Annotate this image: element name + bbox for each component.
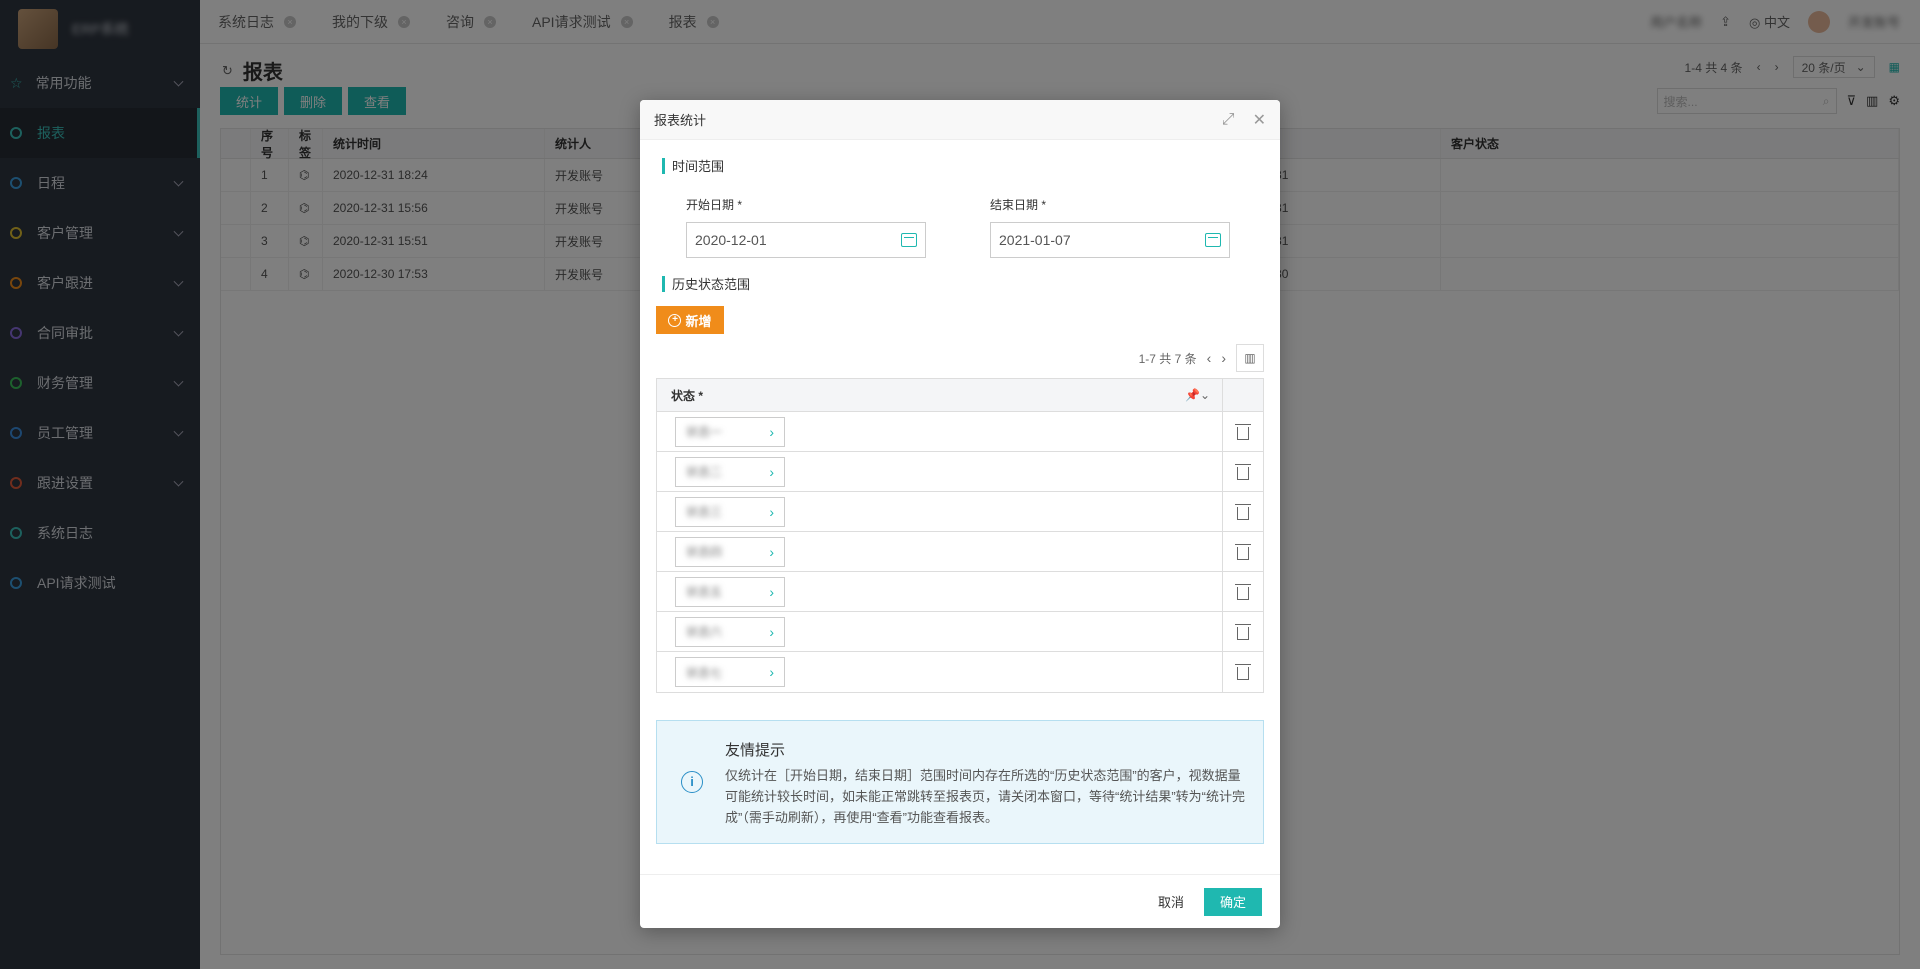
next-page-icon[interactable]: ›: [1221, 350, 1226, 366]
col-status-label: 状态 *: [671, 388, 704, 403]
pager-text: 1-7 共 7 条: [1138, 351, 1197, 366]
status-picker[interactable]: 状态五 ›: [675, 576, 785, 607]
status-row: 状态七 ›: [657, 652, 1263, 692]
dialog-footer: 取消 确定: [640, 874, 1280, 928]
status-cell: 状态六 ›: [657, 612, 1223, 651]
delete-cell: [1223, 412, 1263, 451]
confirm-button[interactable]: 确定: [1204, 887, 1262, 916]
delete-cell: [1223, 532, 1263, 571]
plus-circle-icon: +: [668, 313, 682, 327]
status-row: 状态二 ›: [657, 452, 1263, 492]
dialog-actions: ⤢ ✕: [1222, 110, 1266, 130]
dialog-pager: 1-7 共 7 条 ‹ › ▥: [1139, 344, 1264, 372]
close-icon[interactable]: ✕: [1253, 110, 1266, 130]
delete-cell: [1223, 572, 1263, 611]
chevron-right-icon: ›: [769, 543, 774, 560]
trash-icon[interactable]: [1235, 664, 1251, 680]
status-cell: 状态四 ›: [657, 532, 1223, 571]
delete-cell: [1223, 652, 1263, 692]
tip-box: i 友情提示 仅统计在［开始日期，结束日期］范围时间内存在所选的“历史状态范围”…: [656, 720, 1264, 844]
chevron-right-icon: ›: [769, 463, 774, 480]
dialog-header: 报表统计 ⤢ ✕: [640, 100, 1280, 140]
chevron-right-icon: ›: [769, 664, 774, 680]
status-picker[interactable]: 状态三 ›: [675, 496, 785, 527]
status-value: 状态四: [686, 545, 723, 559]
status-row: 状态三 ›: [657, 492, 1263, 532]
bar-chart-icon[interactable]: ▥: [1236, 344, 1264, 372]
status-row: 状态四 ›: [657, 532, 1263, 572]
start-date-value: 2020-12-01: [695, 232, 767, 248]
prev-page-icon[interactable]: ‹: [1207, 350, 1212, 366]
status-picker[interactable]: 状态二 ›: [675, 456, 785, 487]
status-table-header: 状态 * 📌⌄: [657, 379, 1263, 412]
start-date-label: 开始日期 *: [686, 198, 743, 212]
status-value: 状态一: [686, 425, 723, 439]
end-date-value: 2021-01-07: [999, 232, 1071, 248]
status-picker[interactable]: 状态六 ›: [675, 616, 785, 647]
calendar-icon[interactable]: [901, 233, 917, 247]
status-row: 状态五 ›: [657, 572, 1263, 612]
status-cell: 状态一 ›: [657, 412, 1223, 451]
end-date-field[interactable]: 2021-01-07: [990, 222, 1230, 258]
status-value: 状态六: [686, 625, 723, 639]
chevron-right-icon: ›: [769, 503, 774, 520]
col-status: 状态 * 📌⌄: [657, 379, 1223, 411]
status-value: 状态七: [686, 665, 723, 680]
trash-icon[interactable]: [1235, 423, 1251, 440]
tip-text: 仅统计在［开始日期，结束日期］范围时间内存在所选的“历史状态范围”的客户，视数据…: [725, 768, 1245, 825]
status-cell: 状态七 ›: [657, 652, 1223, 692]
status-picker[interactable]: 状态四 ›: [675, 536, 785, 567]
status-row: 状态一 ›: [657, 412, 1263, 452]
status-value: 状态二: [686, 465, 723, 479]
status-table: 状态 * 📌⌄ 状态一 › 状态二 › 状态三 › 状态四 › 状态五 › 状态六 › 状态…: [656, 378, 1264, 693]
status-cell: 状态二 ›: [657, 452, 1223, 491]
section-history-range: 历史状态范围: [662, 274, 750, 293]
fullscreen-icon[interactable]: ⤢: [1222, 111, 1235, 129]
chevron-right-icon: ›: [769, 583, 774, 600]
status-cell: 状态三 ›: [657, 492, 1223, 531]
start-date-field[interactable]: 2020-12-01: [686, 222, 926, 258]
tip-title: 友情提示: [725, 742, 786, 759]
status-row: 状态六 ›: [657, 612, 1263, 652]
pin-icon[interactable]: 📌⌄: [1185, 388, 1210, 402]
delete-cell: [1223, 452, 1263, 491]
status-picker[interactable]: 状态七 ›: [675, 657, 785, 687]
trash-icon[interactable]: [1235, 583, 1251, 600]
delete-cell: [1223, 492, 1263, 531]
status-picker[interactable]: 状态一 ›: [675, 416, 785, 447]
trash-icon[interactable]: [1235, 503, 1251, 520]
section-time-range: 时间范围: [662, 156, 724, 175]
trash-icon[interactable]: [1235, 463, 1251, 480]
delete-cell: [1223, 612, 1263, 651]
report-stat-dialog: 报表统计 ⤢ ✕ 时间范围 开始日期 * 2020-12-01 结束日期 * 2…: [640, 100, 1280, 928]
status-value: 状态三: [686, 505, 723, 519]
end-date-label: 结束日期 *: [990, 198, 1047, 212]
chevron-right-icon: ›: [769, 623, 774, 640]
info-icon: i: [681, 771, 703, 793]
status-cell: 状态五 ›: [657, 572, 1223, 611]
add-label: 新增: [685, 313, 712, 329]
calendar-icon[interactable]: [1205, 233, 1221, 247]
status-value: 状态五: [686, 585, 723, 599]
trash-icon[interactable]: [1235, 623, 1251, 640]
dialog-title: 报表统计: [654, 113, 707, 128]
chevron-right-icon: ›: [769, 423, 774, 440]
cancel-button[interactable]: 取消: [1158, 892, 1184, 911]
trash-icon[interactable]: [1235, 543, 1251, 560]
col-actions: [1223, 379, 1263, 411]
add-button[interactable]: + 新增: [656, 306, 724, 334]
